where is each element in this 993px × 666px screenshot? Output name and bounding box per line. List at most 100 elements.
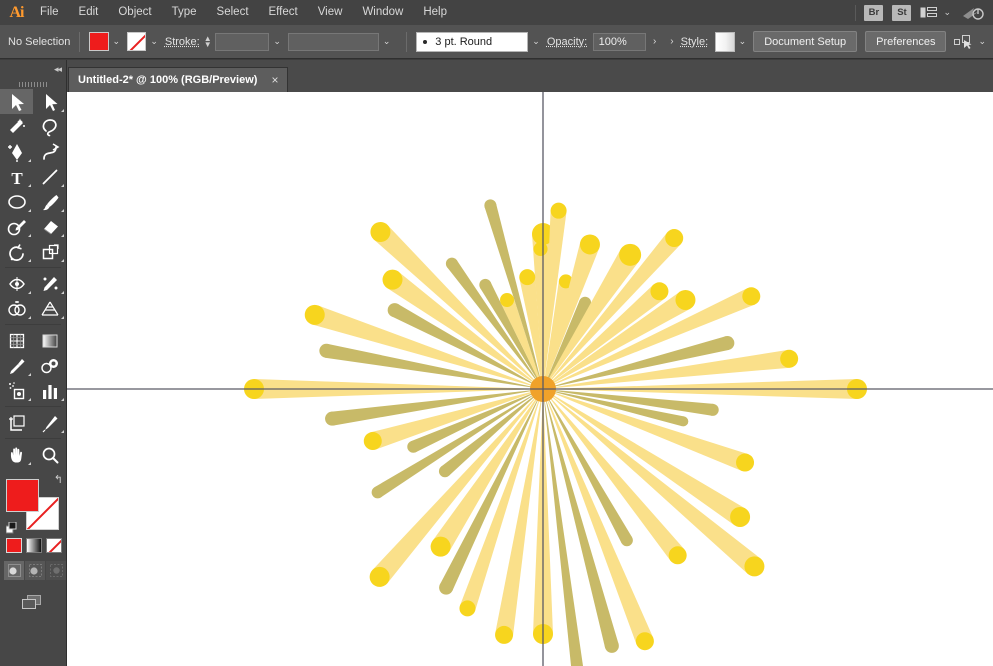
ray-group xyxy=(244,199,867,666)
tool-group-drawing xyxy=(0,271,66,321)
document-tab-title: Untitled-2* @ 100% (RGB/Preview) xyxy=(78,74,258,86)
width-tool-icon xyxy=(8,276,25,291)
style-expand-icon[interactable]: › xyxy=(663,36,680,47)
style-chevron-down-icon[interactable]: ⌄ xyxy=(739,36,747,47)
gradient-mode-button[interactable] xyxy=(26,538,42,553)
change-screen-mode-button[interactable] xyxy=(19,593,47,612)
document-canvas[interactable] xyxy=(67,92,993,666)
magic-wand-tool[interactable] xyxy=(0,114,33,139)
preferences-button[interactable]: Preferences xyxy=(865,31,947,52)
blend-tool[interactable] xyxy=(33,353,66,378)
select-similar-objects-icon[interactable] xyxy=(954,34,974,50)
menu-window[interactable]: Window xyxy=(352,0,413,25)
opacity-input[interactable]: 100% xyxy=(592,32,646,51)
tools-panel-grip[interactable] xyxy=(0,79,66,89)
shape-builder-tool[interactable] xyxy=(0,296,33,321)
eraser-tool[interactable] xyxy=(33,214,66,239)
arrange-chevron-down-icon[interactable]: ⌄ xyxy=(943,7,951,18)
stock-icon[interactable]: St xyxy=(892,4,912,21)
style-label[interactable]: Style: xyxy=(681,36,709,48)
stroke-weight-chevron-down-icon[interactable]: ⌄ xyxy=(273,36,281,47)
opacity-more-options-icon[interactable]: › xyxy=(646,36,663,47)
line-segment-tool[interactable] xyxy=(33,164,66,189)
default-fill-stroke-icon[interactable] xyxy=(6,522,18,534)
pen-tool[interactable] xyxy=(0,139,33,164)
stepper-down-icon[interactable]: ▼ xyxy=(204,40,212,48)
variable-width-profile-input[interactable] xyxy=(287,32,379,51)
tool-divider-4 xyxy=(0,435,66,442)
rotate-tool[interactable] xyxy=(0,239,33,264)
artboard-tool[interactable] xyxy=(0,410,33,435)
width-tool[interactable] xyxy=(0,271,33,296)
curvature-tool[interactable] xyxy=(33,139,66,164)
arrange-documents-icon[interactable] xyxy=(920,6,938,19)
hand-tool[interactable] xyxy=(0,442,33,467)
type-tool[interactable]: T xyxy=(0,164,33,189)
slice-tool[interactable] xyxy=(33,410,66,435)
workspace-switcher-icon[interactable] xyxy=(961,5,987,21)
fill-chevron-down-icon[interactable]: ⌄ xyxy=(113,36,121,47)
zoom-tool-icon xyxy=(42,447,58,463)
starburst-artwork[interactable] xyxy=(67,92,993,666)
stroke-weight-label[interactable]: Stroke: xyxy=(165,36,200,48)
column-graph-tool[interactable] xyxy=(33,378,66,403)
scale-tool[interactable] xyxy=(33,239,66,264)
eraser-tool-icon xyxy=(43,220,58,234)
mesh-tool[interactable] xyxy=(0,328,33,353)
draw-normal-button[interactable] xyxy=(4,561,24,580)
select-similar-chevron-down-icon[interactable]: ⌄ xyxy=(978,36,986,47)
tool-flyout-indicator xyxy=(28,373,31,376)
menu-effect[interactable]: Effect xyxy=(259,0,308,25)
menu-help[interactable]: Help xyxy=(413,0,457,25)
fill-color-swatch[interactable] xyxy=(89,32,109,51)
direct-selection-tool[interactable] xyxy=(33,89,66,114)
collapse-panel-icon[interactable]: ◂◂ xyxy=(54,64,62,75)
fill-swatch-large[interactable] xyxy=(6,479,39,512)
ellipse-tool[interactable] xyxy=(0,189,33,214)
menu-select[interactable]: Select xyxy=(207,0,259,25)
symbol-sprayer-tool[interactable] xyxy=(0,378,33,403)
variable-width-chevron-down-icon[interactable]: ⌄ xyxy=(383,36,391,47)
ray-cap xyxy=(369,566,390,587)
ray[interactable] xyxy=(543,389,633,547)
zoom-tool[interactable] xyxy=(33,442,66,467)
selection-status-label: No Selection xyxy=(8,35,71,48)
stroke-weight-stepper[interactable]: ▲ ▼ xyxy=(204,34,212,48)
free-transform-tool[interactable] xyxy=(33,271,66,296)
opacity-label[interactable]: Opacity: xyxy=(547,36,587,48)
gradient-tool-icon xyxy=(42,334,57,347)
gradient-tool[interactable] xyxy=(33,328,66,353)
menu-view[interactable]: View xyxy=(308,0,353,25)
menu-type[interactable]: Type xyxy=(162,0,207,25)
brush-chevron-down-icon[interactable]: ⌄ xyxy=(532,36,540,47)
eyedropper-tool[interactable] xyxy=(0,353,33,378)
none-mode-button[interactable] xyxy=(46,538,62,553)
brush-preview-icon xyxy=(423,39,428,44)
tool-flyout-indicator xyxy=(28,291,31,294)
shaper-pencil-tool[interactable] xyxy=(0,214,33,239)
close-icon[interactable]: × xyxy=(271,74,278,86)
lasso-tool[interactable] xyxy=(33,114,66,139)
stroke-weight-input[interactable] xyxy=(214,32,270,51)
brush-definition-select[interactable]: 3 pt. Round xyxy=(416,31,529,52)
stroke-color-swatch[interactable] xyxy=(127,32,147,51)
draw-inside-button[interactable] xyxy=(46,561,66,580)
ai-logo-icon: Ai xyxy=(9,3,25,21)
document-tab[interactable]: Untitled-2* @ 100% (RGB/Preview) × xyxy=(68,67,289,92)
document-setup-button[interactable]: Document Setup xyxy=(753,31,858,52)
stroke-swatch-chevron-down-icon[interactable]: ⌄ xyxy=(150,36,158,47)
document-tab-bar: Untitled-2* @ 100% (RGB/Preview) × xyxy=(0,60,993,93)
paintbrush-tool[interactable] xyxy=(33,189,66,214)
color-mode-button[interactable] xyxy=(6,538,22,553)
bridge-icon[interactable]: Br xyxy=(864,4,884,21)
menu-object[interactable]: Object xyxy=(108,0,161,25)
swap-fill-stroke-icon[interactable]: ↰ xyxy=(54,473,63,486)
draw-behind-button[interactable] xyxy=(25,561,45,580)
perspective-grid-tool[interactable] xyxy=(33,296,66,321)
selection-tool[interactable] xyxy=(0,89,33,114)
draw-inside-icon xyxy=(49,564,63,577)
graphic-style-swatch[interactable] xyxy=(714,31,735,52)
menu-file[interactable]: File xyxy=(30,0,69,25)
menu-edit[interactable]: Edit xyxy=(69,0,109,25)
fill-stroke-controls: ↰ xyxy=(6,473,66,534)
